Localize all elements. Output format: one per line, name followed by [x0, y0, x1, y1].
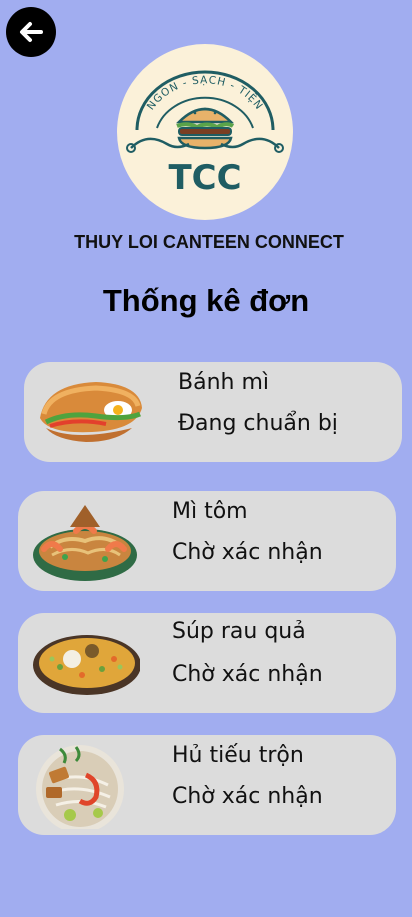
order-name: Hủ tiếu trộn [172, 743, 304, 768]
logo-tagline: NGON - SẠCH - TIỆN [145, 74, 266, 112]
order-card-mi-tom[interactable]: Mì tôm Chờ xác nhận [18, 491, 396, 591]
page-title: Thống kê đơn [102, 283, 310, 318]
burger-icon [175, 107, 235, 150]
app-name: THUY LOI CANTEEN CONNECT [74, 232, 344, 252]
order-card-sup-rau-qua[interactable]: Súp rau quả Chờ xác nhận [18, 613, 396, 713]
hu-tieu-tron-image [36, 745, 124, 829]
order-name: Bánh mì [178, 370, 269, 395]
order-name: Mì tôm [172, 499, 248, 524]
sup-rau-qua-image [33, 635, 140, 695]
back-button[interactable] [6, 7, 56, 57]
order-status: Chờ xác nhận [172, 662, 323, 687]
app-logo: NGON - SẠCH - TIỆN TCC [117, 44, 293, 220]
order-status: Chờ xác nhận [172, 784, 323, 809]
logo-initials: TCC [168, 158, 241, 198]
banh-mi-image [40, 382, 142, 442]
order-card-banh-mi[interactable]: Bánh mì Đang chuẩn bị [24, 362, 402, 462]
order-status: Chờ xác nhận [172, 540, 323, 565]
mi-tom-image [33, 505, 137, 581]
order-card-hu-tieu-tron[interactable]: Hủ tiếu trộn Chờ xác nhận [18, 735, 396, 835]
order-status: Đang chuẩn bị [178, 411, 338, 436]
order-name: Súp rau quả [172, 619, 306, 644]
arrow-left-icon [20, 22, 43, 42]
